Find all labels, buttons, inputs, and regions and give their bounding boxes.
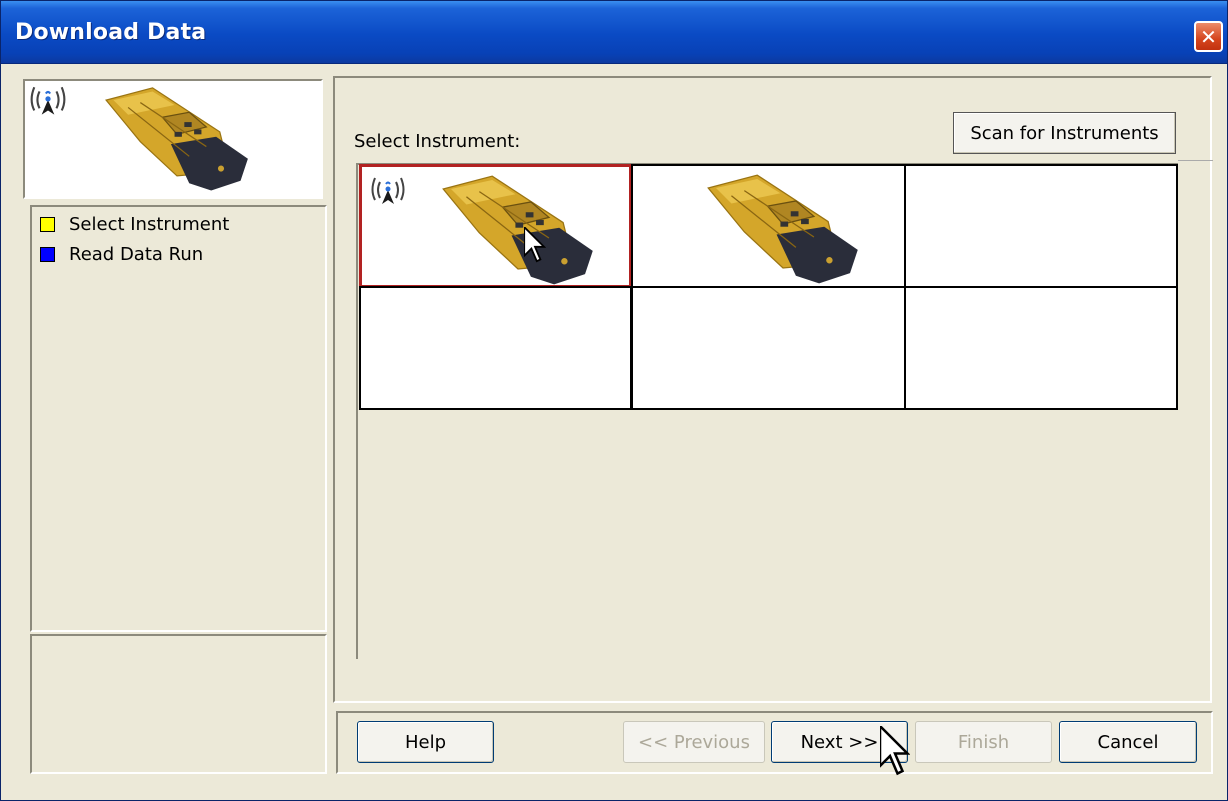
info-panel xyxy=(30,634,327,774)
select-instrument-label: Select Instrument: xyxy=(354,131,521,152)
instrument-cell-3[interactable] xyxy=(904,164,1178,288)
instrument-preview xyxy=(23,79,323,199)
previous-button[interactable]: << Previous xyxy=(623,721,765,763)
close-button[interactable]: ✕ xyxy=(1194,21,1223,52)
help-button[interactable]: Help xyxy=(357,721,494,763)
title-bar[interactable]: Download Data ✕ xyxy=(1,1,1227,64)
instrument-cell-2[interactable] xyxy=(631,164,906,288)
instrument-device-icon xyxy=(442,175,594,286)
instrument-device-icon xyxy=(105,87,249,192)
yellow-step-marker xyxy=(40,216,55,232)
wireless-signal-icon xyxy=(371,177,405,205)
mouse-cursor-icon xyxy=(524,227,546,263)
close-icon: ✕ xyxy=(1200,24,1217,49)
instrument-cell-6[interactable] xyxy=(904,286,1178,410)
step-read-data-run: Read Data Run xyxy=(40,242,203,266)
instrument-cell-1[interactable] xyxy=(359,164,632,288)
step-select-instrument: Select Instrument xyxy=(40,212,229,236)
divider-line xyxy=(1178,160,1213,161)
instrument-cell-5[interactable] xyxy=(631,286,906,410)
step-label: Select Instrument xyxy=(69,213,230,235)
step-label: Read Data Run xyxy=(69,243,204,265)
blue-step-marker xyxy=(40,246,55,262)
steps-list: Select Instrument Read Data Run xyxy=(30,205,327,632)
scan-for-instruments-button[interactable]: Scan for Instruments xyxy=(953,112,1176,154)
cancel-button[interactable]: Cancel xyxy=(1059,721,1197,763)
wireless-signal-icon xyxy=(30,86,66,116)
finish-button[interactable]: Finish xyxy=(915,721,1052,763)
instrument-device-icon xyxy=(707,174,859,285)
window-title: Download Data xyxy=(15,20,207,45)
mouse-cursor-icon xyxy=(880,726,910,776)
instrument-cell-4[interactable] xyxy=(359,286,632,410)
